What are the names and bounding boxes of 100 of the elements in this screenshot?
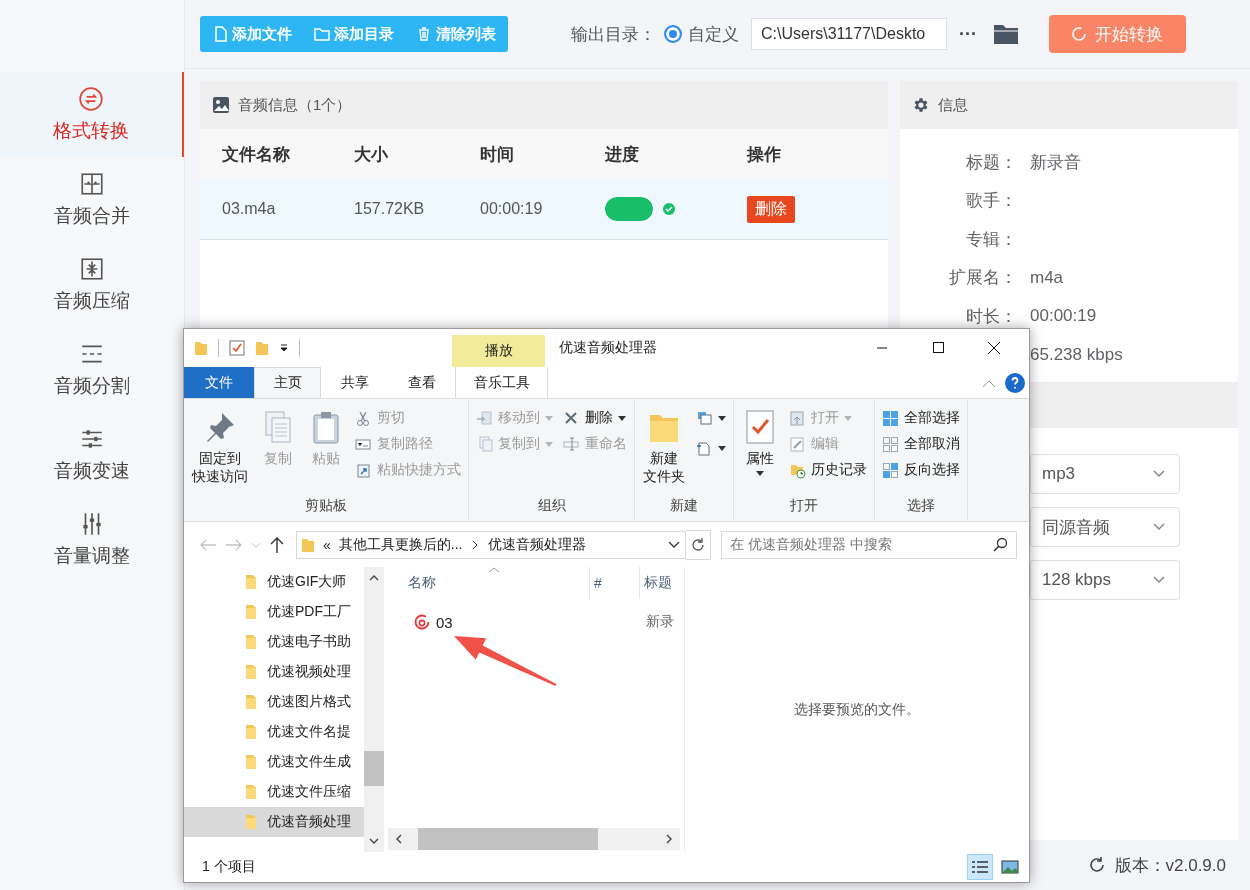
column-header: 时间	[480, 143, 515, 166]
document-icon	[696, 439, 713, 457]
folder-icon	[245, 754, 257, 770]
chevron-down-icon[interactable]	[667, 539, 681, 550]
folder-item[interactable]: 优速文件生成	[184, 747, 364, 777]
up-icon[interactable]	[268, 535, 286, 554]
group-label: 新建	[669, 497, 699, 515]
more-button[interactable]: ···	[959, 23, 977, 45]
scroll-left-icon[interactable]	[394, 833, 404, 845]
folder-icon	[245, 724, 257, 740]
column-header: 进度	[605, 143, 640, 166]
field-label: 扩展名：	[949, 268, 1017, 288]
scroll-thumb[interactable]	[418, 828, 598, 850]
settings-icon	[912, 96, 930, 114]
column-header[interactable]: 名称	[404, 567, 590, 599]
sort-caret-icon	[488, 567, 500, 573]
scrollbar[interactable]	[364, 567, 384, 852]
ribbon-button[interactable]: 固定到 快速访问	[188, 405, 252, 486]
ribbon-button[interactable]: 历史记录	[786, 457, 870, 483]
scroll-down-icon[interactable]	[368, 836, 380, 846]
ribbon-tab[interactable]: 共享	[321, 367, 388, 398]
window-title: 优速音频处理器	[559, 339, 657, 357]
list-icon	[971, 859, 989, 875]
search-field[interactable]: 在 优速音频处理器 中搜索	[721, 530, 1017, 559]
folder-item[interactable]: 优速电子书助	[184, 627, 364, 657]
scrollbar[interactable]	[388, 828, 680, 850]
file-row[interactable]: 03 新录	[384, 609, 684, 635]
ribbon-tab[interactable]: 文件	[184, 367, 254, 398]
scroll-up-icon[interactable]	[368, 573, 380, 583]
dropdown-icon[interactable]	[279, 343, 289, 353]
file-icon	[212, 26, 228, 42]
grid-icon	[882, 461, 899, 479]
field-label: 标题：	[966, 152, 1017, 172]
help-icon[interactable]	[1005, 372, 1025, 393]
checklist-icon[interactable]	[229, 340, 245, 356]
scroll-right-icon[interactable]	[664, 833, 674, 845]
group-label: 选择	[906, 497, 936, 515]
sidebar-item[interactable]: 音量调整	[0, 497, 184, 582]
open-icon	[789, 409, 806, 427]
field-value: 00:00:19	[1030, 306, 1097, 326]
column-header[interactable]: 标题	[640, 567, 684, 599]
delete-button[interactable]: 删除	[747, 195, 795, 223]
folder-item[interactable]: 优速文件压缩	[184, 777, 364, 807]
folder-icon	[245, 634, 257, 650]
sidebar-item[interactable]: 音频变速	[0, 412, 184, 497]
select-dropdown[interactable]: 同源音频	[1030, 507, 1180, 547]
grid-icon	[882, 409, 899, 427]
ribbon-tab[interactable]: 主页	[254, 367, 321, 398]
image-icon	[1001, 859, 1019, 875]
preview-message: 选择要预览的文件。	[794, 700, 920, 719]
shortcut-icon	[355, 461, 372, 479]
folder-item[interactable]: 优速视频处理	[184, 657, 364, 687]
folder-icon	[245, 604, 257, 620]
address-bar[interactable]: « 其他工具更换后的... 优速音频处理器	[296, 530, 686, 559]
folder-icon	[314, 26, 330, 42]
group-label: 组织	[536, 497, 567, 515]
field-value: m4a	[1030, 267, 1064, 287]
select-dropdown[interactable]: mp3	[1030, 454, 1180, 494]
folder-icon	[245, 694, 257, 710]
panel-title: 音频信息（1个）	[238, 95, 352, 115]
ribbon-button[interactable]: 反向选择	[879, 457, 963, 483]
ribbon-button[interactable]: 删除	[560, 405, 630, 431]
ribbon-button[interactable]: 属性	[738, 405, 782, 477]
folder-item[interactable]: 优速PDF工厂	[184, 597, 364, 627]
folder-icon[interactable]	[993, 23, 1019, 45]
field-value: 新录音	[1030, 152, 1081, 172]
details-view-button[interactable]	[967, 854, 993, 880]
field-label: 歌手：	[966, 191, 1017, 211]
folder-item[interactable]: 优速音频处理	[184, 807, 364, 837]
table-cell-text: 03.m4a	[222, 200, 277, 218]
refresh-icon[interactable]	[686, 529, 711, 560]
group-label: 打开	[789, 497, 819, 515]
folder-icon	[245, 784, 257, 800]
sidebar-item[interactable]: 音频合并	[0, 157, 184, 242]
column-header: 文件名称	[222, 143, 291, 166]
context-tab-header: 播放	[452, 335, 545, 367]
search-icon	[992, 536, 1008, 553]
ribbon-button[interactable]: 全部取消	[879, 431, 963, 457]
ribbon-tab[interactable]: 查看	[388, 367, 455, 398]
path-field[interactable]: C:\Users\31177\Deskto	[751, 18, 947, 50]
field-label: 专辑：	[966, 229, 1017, 249]
custom-radio[interactable]: 自定义	[664, 22, 739, 46]
field-label: 时长：	[966, 306, 1017, 326]
grid-icon	[882, 435, 899, 453]
folder-icon	[245, 814, 257, 830]
chevron-down-icon	[1153, 576, 1165, 584]
ribbon-button[interactable]: 全部选择	[879, 405, 963, 431]
sidebar-item[interactable]: 格式转换	[0, 72, 184, 157]
scroll-thumb[interactable]	[364, 751, 384, 786]
select-dropdown[interactable]: 128 kbps	[1030, 560, 1180, 600]
column-header[interactable]: #	[590, 567, 640, 599]
table-cell-text: 00:00:19	[480, 200, 544, 218]
folder-item[interactable]: 优速图片格式	[184, 687, 364, 717]
folder-icon	[301, 536, 315, 553]
scissors-icon	[355, 409, 372, 427]
sidebar-item[interactable]: 音频压缩	[0, 242, 184, 327]
folder-item[interactable]: 优速文件名提	[184, 717, 364, 747]
folder-item[interactable]: 优速GIF大师	[184, 567, 364, 597]
sidebar-item[interactable]: 音频分割	[0, 327, 184, 412]
ribbon-button[interactable]: 新建 文件夹	[639, 405, 689, 486]
